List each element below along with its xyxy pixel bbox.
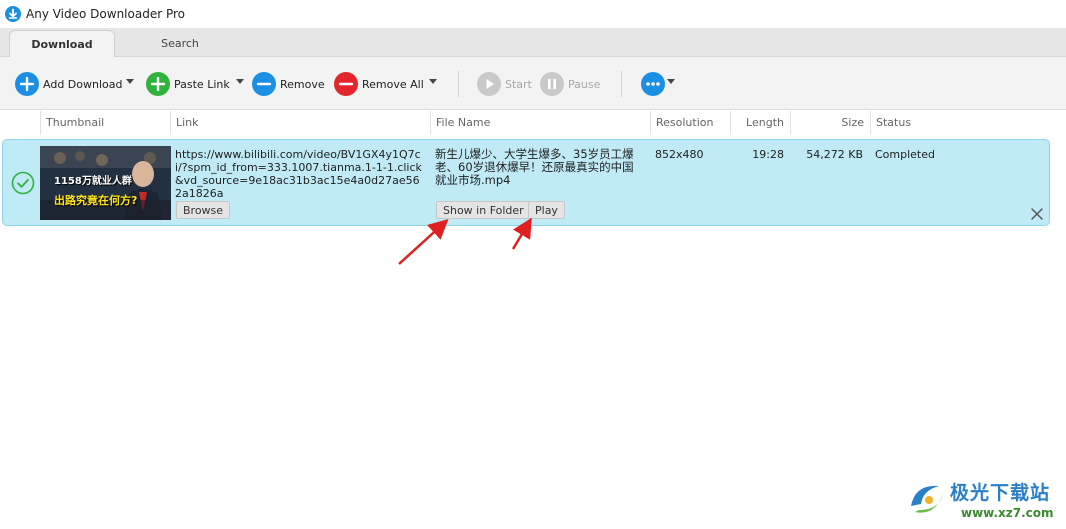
paste-link-button[interactable]: Paste Link — [146, 71, 230, 97]
arrow-show-in-folder-icon — [398, 218, 449, 265]
start-button[interactable]: Start — [477, 71, 532, 97]
column-resolution[interactable]: Resolution — [650, 111, 730, 135]
plus-icon — [146, 72, 170, 96]
completed-check-icon — [11, 171, 35, 195]
tab-download[interactable]: Download — [9, 30, 115, 58]
watermark-swirl-icon — [911, 485, 943, 513]
minus-icon — [252, 72, 276, 96]
resolution-text: 852x480 — [655, 148, 704, 161]
file-name-text: 新生儿爆少、大学生爆多、35岁员工爆老、60岁退休爆早！还原最真实的中国就业市场… — [435, 147, 634, 187]
remove-button[interactable]: Remove — [252, 71, 325, 97]
tab-bar: Download Search — [0, 28, 1066, 58]
window-title: Any Video Downloader Pro — [26, 7, 185, 21]
minus-icon — [334, 72, 358, 96]
table-row[interactable]: 1158万就业人群 出路究竟在何方? https://www.bilibili.… — [2, 139, 1050, 226]
add-download-button[interactable]: Add Download — [15, 71, 122, 97]
more-options-button[interactable] — [641, 71, 665, 97]
remove-all-label: Remove All — [362, 77, 424, 91]
column-headers: Thumbnail Link File Name Resolution Leng… — [0, 111, 1066, 135]
watermark-url: www.xz7.com — [961, 506, 1054, 520]
thumbnail-caption-2: 出路究竟在何方? — [54, 194, 138, 207]
toolbar-divider — [458, 71, 459, 97]
remove-label: Remove — [280, 77, 325, 91]
column-thumbnail[interactable]: Thumbnail — [40, 111, 170, 135]
paste-link-dropdown-icon[interactable] — [236, 79, 244, 84]
column-size[interactable]: Size — [790, 111, 870, 135]
add-download-dropdown-icon[interactable] — [126, 79, 134, 84]
link-text: https://www.bilibili.com/video/BV1GX4y1Q… — [175, 148, 422, 200]
browse-button[interactable]: Browse — [176, 201, 231, 219]
show-in-folder-button[interactable]: Show in Folder — [436, 201, 531, 219]
pause-button[interactable]: Pause — [540, 71, 600, 97]
arrow-play-icon — [511, 217, 532, 250]
remove-all-button[interactable]: Remove All — [334, 71, 424, 97]
start-label: Start — [505, 77, 532, 91]
column-file-name[interactable]: File Name — [430, 111, 650, 135]
add-download-label: Add Download — [43, 77, 123, 91]
download-app-icon — [5, 6, 21, 22]
remove-all-dropdown-icon[interactable] — [429, 79, 437, 84]
watermark-name: 极光下载站 — [950, 482, 1051, 504]
title-bar: Any Video Downloader Pro — [0, 0, 1066, 28]
tab-search[interactable]: Search — [130, 30, 230, 57]
size-text: 54,272 KB — [806, 148, 863, 161]
column-status[interactable]: Status — [870, 111, 1050, 135]
watermark-logo: 极光下载站 www.xz7.com — [905, 474, 1060, 524]
toolbar: Add Download Paste Link Remove Remove Al… — [0, 57, 1066, 110]
plus-icon — [15, 72, 39, 96]
thumbnail-caption-1: 1158万就业人群 — [54, 176, 132, 187]
paste-link-label: Paste Link — [174, 77, 230, 91]
more-icon — [641, 72, 665, 96]
video-thumbnail: 1158万就业人群 出路究竟在何方? — [40, 146, 171, 220]
close-icon[interactable] — [1030, 207, 1044, 221]
play-icon — [477, 72, 501, 96]
column-link[interactable]: Link — [170, 111, 430, 135]
toolbar-divider — [621, 71, 622, 97]
play-button[interactable]: Play — [528, 201, 565, 219]
column-length[interactable]: Length — [730, 111, 790, 135]
pause-icon — [540, 72, 564, 96]
pause-label: Pause — [568, 77, 601, 91]
more-options-dropdown-icon[interactable] — [667, 79, 675, 84]
status-text: Completed — [875, 148, 935, 161]
length-text: 19:28 — [752, 148, 784, 161]
